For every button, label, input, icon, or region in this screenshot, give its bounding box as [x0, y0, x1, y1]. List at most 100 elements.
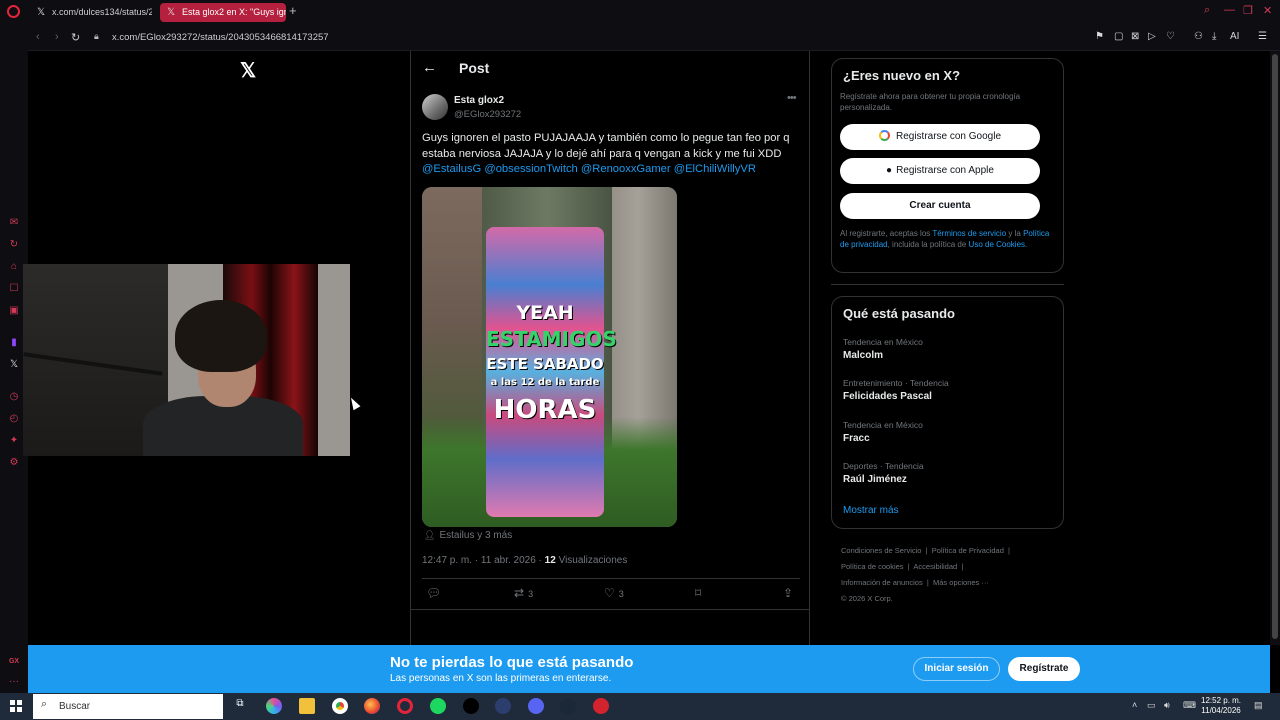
author-name[interactable]: Esta glox2 [454, 95, 504, 106]
search-tabs-icon[interactable]: ⌕ [1204, 4, 1210, 17]
account-icon[interactable]: ⚇ [1194, 31, 1203, 42]
like-button[interactable]: ♡ 3 [604, 586, 624, 600]
browser-tab-active[interactable]: 𝕏 Esta glox2 en X: "Guys ign [160, 3, 286, 22]
discord-icon[interactable] [528, 698, 544, 714]
clock-icon[interactable]: ◷ [7, 390, 21, 404]
retweet-button[interactable]: ⇄ 3 [514, 586, 533, 600]
avatar[interactable] [422, 94, 448, 120]
trend-item[interactable]: Deportes · Tendencia Raúl Jiménez [843, 461, 924, 485]
snapshot-icon[interactable]: ▢ [1114, 31, 1123, 42]
adblock-icon[interactable]: ⊠ [1131, 31, 1139, 42]
player-icon[interactable]: ▷ [1148, 31, 1156, 42]
download-icon[interactable]: ⤓ [1212, 31, 1216, 42]
tagged-users[interactable]: 👤︎ Estailus y 3 más [424, 530, 512, 541]
mention-link[interactable]: @RenooxxGamer [581, 163, 671, 175]
more-options-icon[interactable]: ••• [787, 92, 797, 104]
history-icon[interactable]: ↻ [7, 238, 21, 252]
legal-text-part: , incluida la política de [887, 239, 967, 249]
chat-icon[interactable]: ☐ [7, 282, 21, 296]
views-label: Visualizaciones [558, 555, 628, 566]
footer-link[interactable]: Accesibilidad [913, 562, 957, 571]
more-icon[interactable]: ··· [7, 675, 21, 689]
volume-icon[interactable]: 🔊︎ [1164, 700, 1170, 711]
footer-link[interactable]: Política de cookies [841, 562, 904, 571]
steam-icon[interactable] [560, 698, 576, 714]
tiktok-icon[interactable] [463, 698, 479, 714]
language-icon[interactable]: ⌨ [1183, 700, 1196, 711]
bookmark-page-icon[interactable]: ⚑ [1095, 31, 1104, 42]
mention-link[interactable]: @ElChiliWillyVR [674, 163, 756, 175]
taskbar-search[interactable]: ⌕ Buscar [33, 694, 223, 719]
footer-link[interactable]: Más opciones ··· [933, 578, 989, 587]
tweet-time[interactable]: 12:47 p. m. · 11 abr. 2026 · [422, 555, 542, 566]
tweet-image[interactable]: YEAH ESTAMIGOS ESTE SABADO a las 12 de l… [422, 187, 677, 527]
recording-app-icon[interactable] [593, 698, 609, 714]
divider [411, 609, 809, 610]
login-button[interactable]: Iniciar sesión [913, 657, 1000, 681]
file-explorer-icon[interactable] [299, 698, 315, 714]
heart-icon[interactable]: ♡ [1166, 31, 1175, 42]
maximize-button[interactable]: ❐ [1243, 4, 1253, 17]
x-logo-icon[interactable]: 𝕏 [240, 58, 256, 83]
aria-ai-icon[interactable]: AI [1230, 31, 1239, 42]
opera-taskbar-icon[interactable] [397, 698, 413, 714]
footer-link[interactable]: Condiciones de Servicio [841, 546, 921, 555]
close-window-button[interactable]: ✕ [1263, 4, 1272, 17]
settings-gear-icon[interactable]: ⚙ [7, 456, 21, 470]
share-button[interactable]: ⇪ [783, 586, 793, 600]
clock-date: 11/04/2026 [1201, 706, 1241, 715]
mention-link[interactable]: @obsessionTwitch [484, 163, 577, 175]
scrollbar-thumb[interactable] [1272, 54, 1278, 639]
tray-chevron-icon[interactable]: ˄ [1132, 700, 1137, 710]
trend-item[interactable]: Tendencia en México Fracc [843, 420, 923, 444]
network-icon[interactable]: ▭ [1147, 700, 1156, 711]
spotify-icon[interactable] [430, 698, 446, 714]
trend-category: Tendencia en México [843, 337, 923, 347]
mention-link[interactable]: @EstailusG [422, 163, 481, 175]
taskbar-clock[interactable]: 12:52 p. m. 11/04/2026 [1201, 696, 1241, 716]
app-icon[interactable] [495, 698, 511, 714]
reload-icon[interactable]: ↻ [71, 31, 80, 44]
copilot-icon[interactable] [266, 698, 282, 714]
show-more-link[interactable]: Mostrar más [843, 505, 899, 516]
forward-button[interactable]: › [55, 31, 59, 43]
opera-logo-icon[interactable] [7, 5, 20, 18]
person-icon: 👤︎ [424, 530, 436, 540]
chrome-icon[interactable] [332, 698, 348, 714]
trend-item[interactable]: Entretenimiento · Tendencia Felicidades … [843, 378, 949, 402]
x-app-icon[interactable]: 𝕏 [7, 358, 21, 372]
terms-link[interactable]: Términos de servicio [932, 229, 1006, 238]
news-icon[interactable]: ▣ [7, 304, 21, 318]
cookies-link[interactable]: Uso de Cookies [969, 240, 1025, 249]
views-count: 12 [544, 555, 556, 566]
menu-icon[interactable]: ☰ [1258, 31, 1267, 42]
footer-link[interactable]: Información de anuncios [841, 578, 923, 587]
back-button[interactable]: ‹ [36, 31, 40, 43]
bookmark-button[interactable]: ⌑ [695, 586, 701, 600]
footer-link[interactable]: Política de Privacidad [932, 546, 1004, 555]
apple-signup-button[interactable]: ● Registrarse con Apple [840, 158, 1040, 184]
firefox-icon[interactable] [364, 698, 380, 714]
reply-icon: 💬︎ [426, 586, 442, 600]
time-icon[interactable]: ◴ [7, 412, 21, 426]
extensions-icon[interactable]: ✦ [7, 434, 21, 448]
windows-start-icon[interactable] [10, 700, 22, 712]
twitch-icon[interactable]: ▮ [7, 336, 21, 350]
minimize-button[interactable]: — [1224, 4, 1235, 16]
create-account-button[interactable]: Crear cuenta [840, 193, 1040, 219]
messenger-icon[interactable]: ✉ [7, 216, 21, 230]
trend-item[interactable]: Tendencia en México Malcolm [843, 337, 923, 361]
url-field[interactable]: x.com/EGlox293272/status/204305346681417… [112, 32, 329, 43]
reply-button[interactable]: 💬︎ [426, 586, 441, 600]
author-handle[interactable]: @EGlox293272 [454, 109, 521, 120]
gx-icon[interactable]: GX [7, 655, 21, 669]
back-arrow-icon[interactable]: ← [422, 59, 437, 76]
google-signup-button[interactable]: Registrarse con Google [840, 124, 1040, 150]
browser-tab[interactable]: 𝕏 x.com/dulces134/status/2... [30, 3, 152, 22]
bag-icon[interactable]: ⌂ [7, 260, 21, 274]
new-tab-button[interactable]: + [289, 3, 297, 18]
register-button[interactable]: Regístrate [1008, 657, 1080, 681]
legal-text-part: Al registrarte, aceptas los [840, 229, 931, 238]
task-view-icon[interactable]: ⧉ [232, 698, 248, 714]
notifications-icon[interactable]: ▤ [1254, 700, 1263, 711]
